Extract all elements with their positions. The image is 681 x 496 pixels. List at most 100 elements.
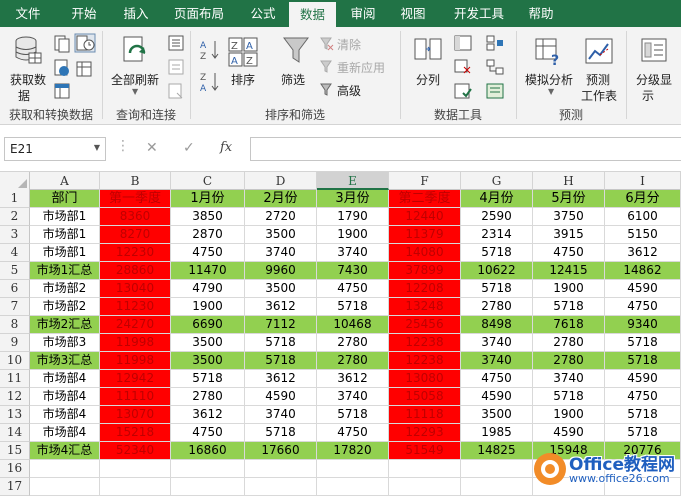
header-cell[interactable]: 3月份 (317, 190, 389, 208)
get-data-button[interactable]: 获取数 据 (4, 33, 50, 103)
name-box[interactable]: E21 ▼ (4, 137, 106, 161)
table-cell[interactable]: 市场部1 (30, 208, 100, 226)
table-cell[interactable] (171, 478, 245, 496)
header-cell[interactable]: 6月分 (605, 190, 681, 208)
reapply-button[interactable]: 重新应用 (337, 59, 385, 76)
column-header-c[interactable]: C (171, 172, 245, 190)
table-cell[interactable]: 4750 (461, 370, 533, 388)
tab-page-layout[interactable]: 页面布局 (160, 0, 238, 27)
flash-fill-icon[interactable] (454, 35, 472, 51)
table-cell[interactable]: 4590 (461, 388, 533, 406)
table-cell[interactable]: 3915 (533, 226, 605, 244)
table-cell[interactable]: 3500 (461, 406, 533, 424)
table-cell[interactable]: 13248 (389, 298, 461, 316)
table-cell[interactable] (389, 460, 461, 478)
row-header[interactable]: 9 (0, 334, 30, 352)
table-cell[interactable]: 5150 (605, 226, 681, 244)
queries-connections-icon[interactable] (168, 35, 184, 51)
row-header[interactable]: 8 (0, 316, 30, 334)
table-cell[interactable]: 1900 (317, 226, 389, 244)
existing-connections-icon[interactable] (76, 61, 92, 77)
tab-insert[interactable]: 插入 (112, 0, 160, 27)
table-cell[interactable]: 12238 (389, 334, 461, 352)
relationships-icon[interactable] (486, 59, 504, 75)
table-cell[interactable]: 3612 (171, 406, 245, 424)
header-cell[interactable]: 第一季度 (100, 190, 171, 208)
header-cell[interactable]: 1月份 (171, 190, 245, 208)
table-cell[interactable]: 4750 (171, 424, 245, 442)
table-cell[interactable]: 4590 (605, 280, 681, 298)
table-cell[interactable]: 8360 (100, 208, 171, 226)
table-cell[interactable]: 15058 (389, 388, 461, 406)
table-cell[interactable]: 市场部4 (30, 388, 100, 406)
table-cell[interactable]: 1790 (317, 208, 389, 226)
summary-cell[interactable]: 16860 (171, 442, 245, 460)
table-cell[interactable]: 3740 (461, 334, 533, 352)
edit-links-icon[interactable] (168, 83, 184, 99)
summary-cell[interactable]: 市场2汇总 (30, 316, 100, 334)
table-cell[interactable]: 4750 (317, 280, 389, 298)
table-cell[interactable]: 5718 (245, 424, 317, 442)
refresh-all-button[interactable]: 全部刷新 ▼ (108, 33, 164, 103)
table-cell[interactable]: 11118 (389, 406, 461, 424)
table-cell[interactable]: 市场部3 (30, 334, 100, 352)
clear-button[interactable]: 清除 (337, 36, 361, 53)
table-cell[interactable]: 8270 (100, 226, 171, 244)
table-cell[interactable]: 12942 (100, 370, 171, 388)
table-cell[interactable]: 12230 (100, 244, 171, 262)
row-header[interactable]: 7 (0, 298, 30, 316)
text-to-columns-button[interactable]: 分列 (406, 33, 450, 103)
table-cell[interactable]: 4590 (533, 424, 605, 442)
from-table-icon[interactable] (54, 83, 70, 99)
table-cell[interactable]: 5718 (317, 406, 389, 424)
table-cell[interactable]: 4750 (605, 388, 681, 406)
table-cell[interactable]: 5718 (245, 334, 317, 352)
table-cell[interactable]: 4750 (605, 298, 681, 316)
table-cell[interactable]: 3612 (245, 370, 317, 388)
table-cell[interactable] (100, 460, 171, 478)
summary-cell[interactable]: 51549 (389, 442, 461, 460)
from-web-icon[interactable] (54, 59, 70, 77)
table-cell[interactable]: 3740 (317, 388, 389, 406)
table-cell[interactable] (461, 478, 533, 496)
table-cell[interactable]: 4590 (605, 370, 681, 388)
chevron-down-icon[interactable]: ▼ (94, 143, 100, 152)
tab-review[interactable]: 审阅 (338, 0, 388, 27)
table-cell[interactable]: 5718 (605, 334, 681, 352)
table-cell[interactable]: 2720 (245, 208, 317, 226)
table-cell[interactable]: 4590 (245, 388, 317, 406)
summary-cell[interactable]: 37899 (389, 262, 461, 280)
from-text-icon[interactable] (54, 35, 70, 53)
row-header[interactable]: 14 (0, 424, 30, 442)
table-cell[interactable]: 3740 (245, 406, 317, 424)
sort-ascending-icon[interactable]: AZ (200, 39, 220, 61)
table-cell[interactable]: 市场部2 (30, 280, 100, 298)
table-cell[interactable]: 3850 (171, 208, 245, 226)
summary-cell[interactable]: 28860 (100, 262, 171, 280)
summary-cell[interactable]: 7618 (533, 316, 605, 334)
table-cell[interactable]: 市场部4 (30, 424, 100, 442)
summary-cell[interactable]: 市场4汇总 (30, 442, 100, 460)
summary-cell[interactable]: 5718 (605, 352, 681, 370)
summary-cell[interactable]: 24270 (100, 316, 171, 334)
table-cell[interactable]: 5718 (461, 280, 533, 298)
table-cell[interactable]: 5718 (461, 244, 533, 262)
row-header[interactable]: 4 (0, 244, 30, 262)
recent-sources-icon[interactable] (74, 33, 96, 53)
header-cell[interactable]: 2月份 (245, 190, 317, 208)
forecast-sheet-button[interactable]: 预测 工作表 (578, 33, 622, 103)
summary-cell[interactable]: 3500 (171, 352, 245, 370)
table-cell[interactable]: 4750 (533, 244, 605, 262)
table-cell[interactable]: 市场部1 (30, 244, 100, 262)
table-cell[interactable]: 1900 (533, 280, 605, 298)
table-cell[interactable]: 3740 (245, 244, 317, 262)
data-validation-icon[interactable] (454, 83, 472, 99)
table-cell[interactable]: 2780 (171, 388, 245, 406)
table-cell[interactable]: 2870 (171, 226, 245, 244)
table-cell[interactable] (245, 460, 317, 478)
summary-cell[interactable]: 6690 (171, 316, 245, 334)
table-cell[interactable]: 市场部2 (30, 298, 100, 316)
summary-cell[interactable]: 市场1汇总 (30, 262, 100, 280)
table-cell[interactable] (245, 478, 317, 496)
summary-cell[interactable]: 8498 (461, 316, 533, 334)
